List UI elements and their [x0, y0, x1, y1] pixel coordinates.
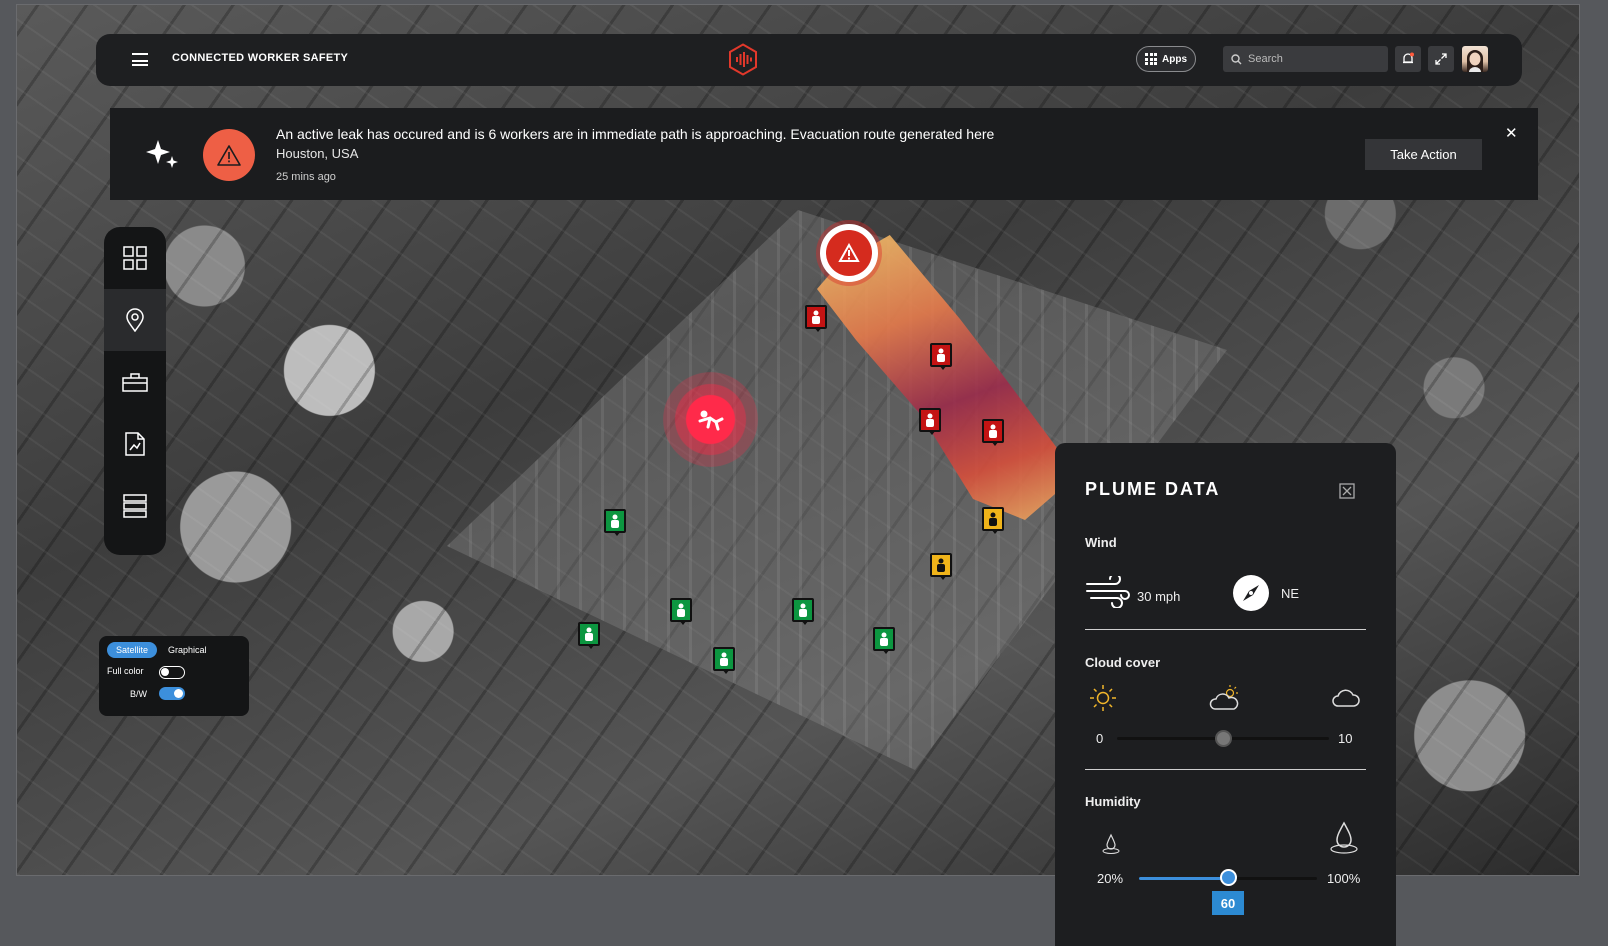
satellite-mode-button[interactable]: Satellite — [107, 642, 158, 658]
map-mode-segmented-control: Satellite Graphical — [107, 642, 216, 658]
compass-icon — [1233, 575, 1269, 611]
section-divider — [1085, 629, 1366, 630]
ai-sparkle-icon — [146, 140, 178, 168]
apps-label: Apps — [1162, 53, 1187, 65]
bw-toggle[interactable] — [159, 687, 185, 700]
cloud-cover-max: 10 — [1338, 731, 1353, 746]
worker-icon — [720, 652, 728, 666]
cloud-cover-min: 0 — [1096, 731, 1104, 746]
bell-icon — [1403, 52, 1414, 64]
expand-icon — [1435, 53, 1447, 65]
panel-title: PLUME DATA — [1085, 479, 1221, 499]
search-placeholder: Search — [1248, 53, 1283, 65]
humidity-value-tooltip: 60 — [1212, 891, 1244, 915]
full-color-toggle[interactable] — [159, 666, 185, 679]
full-color-row: Full color — [107, 666, 144, 676]
worker-marker-danger[interactable] — [930, 343, 952, 370]
app-title: CONNECTED WORKER SAFETY — [172, 52, 349, 64]
worker-icon — [585, 627, 593, 641]
search-icon — [1231, 53, 1242, 64]
worker-marker-safe[interactable] — [670, 598, 692, 625]
search-input[interactable]: Search — [1223, 46, 1388, 72]
man-down-marker[interactable] — [663, 372, 758, 467]
alert-timestamp: 25 mins ago — [276, 171, 336, 183]
map-view-panel: Satellite Graphical Full color B/W — [99, 636, 249, 716]
toolbox-icon — [122, 373, 148, 392]
wind-speed: 30 mph — [1137, 589, 1181, 604]
app-logo-icon — [729, 43, 757, 76]
cloud-icon — [1332, 689, 1360, 707]
worker-marker-danger[interactable] — [805, 305, 827, 332]
humidity-max: 100% — [1327, 871, 1361, 886]
leak-hazard-marker[interactable] — [820, 224, 878, 282]
apps-button[interactable]: Apps — [1136, 46, 1196, 72]
bw-row: B/W — [130, 689, 147, 699]
location-pin-icon — [126, 308, 144, 332]
sidebar-item-toolbox[interactable] — [104, 351, 166, 413]
worker-icon — [677, 603, 685, 617]
fullscreen-button[interactable] — [1428, 46, 1454, 72]
report-chart-icon — [125, 432, 145, 456]
worker-icon — [989, 424, 997, 438]
partly-cloudy-icon — [1209, 685, 1239, 710]
warning-triangle-icon — [826, 230, 872, 276]
worker-marker-safe[interactable] — [578, 622, 600, 649]
section-divider — [1085, 769, 1366, 770]
plume-data-panel: PLUME DATA Wind 30 mph NE Cloud cover 0 … — [1055, 443, 1396, 946]
sun-icon — [1090, 685, 1116, 711]
graphical-mode-button[interactable]: Graphical — [159, 642, 216, 658]
hamburger-menu-icon[interactable] — [132, 53, 148, 66]
worker-marker-warning[interactable] — [930, 553, 952, 580]
apps-grid-icon — [1145, 53, 1157, 65]
worker-marker-safe[interactable] — [713, 647, 735, 674]
worker-icon — [611, 514, 619, 528]
sidebar-item-layers[interactable] — [104, 475, 166, 537]
worker-icon — [926, 413, 934, 427]
humidity-label: Humidity — [1085, 794, 1141, 809]
worker-marker-safe[interactable] — [873, 627, 895, 654]
user-avatar[interactable] — [1462, 46, 1488, 72]
worker-icon — [812, 310, 820, 324]
low-humidity-drop-icon — [1102, 833, 1120, 854]
fallen-worker-icon — [698, 410, 723, 430]
cloud-cover-label: Cloud cover — [1085, 655, 1161, 670]
stack-layers-icon — [123, 494, 147, 518]
alert-message: An active leak has occured and is 6 work… — [276, 126, 995, 142]
worker-marker-danger[interactable] — [982, 419, 1004, 446]
humidity-track-fill — [1139, 877, 1228, 880]
worker-icon — [880, 632, 888, 646]
take-action-button[interactable]: Take Action — [1365, 139, 1482, 170]
alert-location: Houston, USA — [276, 146, 359, 161]
bw-label: B/W — [130, 689, 147, 699]
humidity-slider-thumb[interactable] — [1219, 869, 1237, 886]
worker-icon — [937, 348, 945, 362]
worker-marker-danger[interactable] — [919, 408, 941, 435]
warning-triangle-icon — [217, 144, 241, 166]
left-sidebar — [104, 227, 166, 555]
humidity-min: 20% — [1097, 871, 1124, 886]
worker-marker-safe[interactable] — [604, 509, 626, 536]
grid-dashboard-icon — [123, 246, 147, 270]
sidebar-item-dashboard[interactable] — [104, 227, 166, 289]
close-alert-button[interactable]: ✕ — [1505, 124, 1518, 142]
worker-marker-safe[interactable] — [792, 598, 814, 625]
wind-label: Wind — [1085, 535, 1117, 550]
top-navigation-bar: CONNECTED WORKER SAFETY Apps Search — [96, 34, 1522, 86]
sidebar-item-location[interactable] — [104, 289, 166, 351]
high-humidity-drop-icon — [1330, 821, 1358, 854]
close-panel-icon[interactable] — [1339, 483, 1355, 499]
notifications-button[interactable] — [1395, 46, 1421, 72]
worker-icon — [937, 558, 945, 572]
leak-alert-banner: An active leak has occured and is 6 work… — [110, 108, 1538, 200]
cloud-cover-slider-thumb[interactable] — [1214, 730, 1232, 747]
worker-icon — [989, 512, 997, 526]
worker-icon — [799, 603, 807, 617]
wind-icon — [1086, 576, 1130, 608]
alert-warning-badge — [203, 129, 255, 181]
wind-direction: NE — [1281, 586, 1300, 601]
full-color-label: Full color — [107, 666, 144, 676]
sidebar-item-reports[interactable] — [104, 413, 166, 475]
worker-marker-warning[interactable] — [982, 507, 1004, 534]
